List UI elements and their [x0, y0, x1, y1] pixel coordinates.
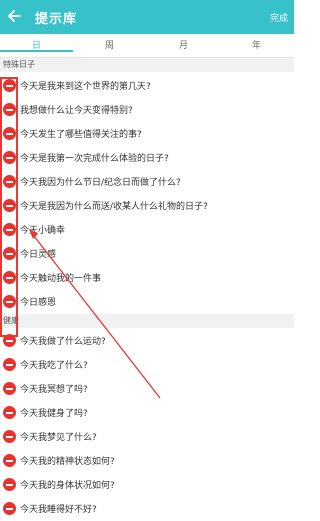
list-item: 今天我健身了吗? [0, 401, 294, 425]
done-button[interactable]: 完成 [270, 11, 288, 24]
list-item-text[interactable]: 今天是我第一次完成什么体验的日子? [20, 151, 169, 164]
annotation-highlight-box [0, 77, 18, 337]
list-item-text[interactable]: 今天我的身体状况如何? [20, 478, 115, 491]
list-item-text[interactable]: 今天我梦见了什么? [20, 430, 97, 443]
minus-circle-icon[interactable] [3, 502, 16, 515]
list-item-text[interactable]: 今天发生了哪些值得关注的事? [20, 127, 142, 140]
list-item: 今天我的身体状况如何? [0, 473, 294, 497]
list-item-text[interactable]: 今天我因为什么节日/纪念日而做了什么? [20, 175, 181, 188]
list-item: 今天是我来到这个世界的第几天? [0, 74, 294, 98]
list-item-text[interactable]: 今天小确幸 [20, 223, 65, 236]
list-item-text[interactable]: 今天是我来到这个世界的第几天? [20, 79, 151, 92]
list-item-text[interactable]: 我想做什么让今天变得特别? [20, 103, 133, 116]
tab-week-label: 周 [104, 41, 114, 51]
list-item-text[interactable]: 今天我健身了吗? [20, 406, 88, 419]
list-item-text[interactable]: 今天触动我的一件事 [20, 271, 101, 284]
list-item: 今天触动我的一件事 [0, 266, 294, 290]
tab-year-label: 年 [251, 41, 261, 51]
list-item: 今天是我因为什么而送/收某人什么礼物的日子? [0, 194, 294, 218]
list-item: 今天我的精神状态如何? [0, 449, 294, 473]
list-item: 今天我吃了什么? [0, 353, 294, 377]
minus-circle-icon[interactable] [3, 430, 16, 443]
list-item: 今天我睡得好不好? [0, 497, 294, 521]
list-item-text[interactable]: 今天我冥想了吗? [20, 382, 88, 395]
minus-circle-icon[interactable] [3, 454, 16, 467]
app-header: 提示库 完成 [0, 0, 294, 34]
list-item: 今天我冥想了吗? [0, 377, 294, 401]
minus-circle-icon[interactable] [3, 358, 16, 371]
list-item: 今天我做了什么运动? [0, 329, 294, 353]
list-item-text[interactable]: 今日感恩 [20, 295, 56, 308]
list-item: 今日感恩 [0, 290, 294, 314]
tab-year[interactable]: 年 [220, 38, 293, 51]
list-item-text[interactable]: 今天是我因为什么而送/收某人什么礼物的日子? [20, 199, 208, 212]
list-item: 我想做什么让今天变得特别? [0, 98, 294, 122]
tab-week[interactable]: 周 [73, 38, 146, 51]
list-item: 今日灵感 [0, 242, 294, 266]
active-tab-indicator [0, 50, 73, 52]
tab-month[interactable]: 月 [147, 38, 220, 51]
tab-day[interactable]: 日 [0, 38, 73, 52]
list-item: 今天发生了哪些值得关注的事? [0, 122, 294, 146]
section-header-health: 健康 [0, 314, 294, 328]
list-item-text[interactable]: 今天我吃了什么? [20, 358, 88, 371]
section-header-special-days: 特殊日子 [0, 58, 294, 72]
minus-circle-icon[interactable] [3, 478, 16, 491]
minus-circle-icon[interactable] [3, 382, 16, 395]
list-item-text[interactable]: 今天我做了什么运动? [20, 334, 106, 347]
minus-circle-icon[interactable] [3, 406, 16, 419]
list-item-text[interactable]: 今天我睡得好不好? [20, 502, 97, 515]
period-tabs: 日 周 月 年 [0, 34, 294, 58]
list-item: 今天我因为什么节日/纪念日而做了什么? [0, 170, 294, 194]
list-item: 今天我梦见了什么? [0, 425, 294, 449]
back-arrow-icon[interactable] [6, 7, 24, 25]
list-item-text[interactable]: 今天我的精神状态如何? [20, 454, 115, 467]
list-item: 今天小确幸 [0, 218, 294, 242]
list-item: 今天是我第一次完成什么体验的日子? [0, 146, 294, 170]
page-title: 提示库 [35, 12, 78, 27]
tab-month-label: 月 [178, 41, 188, 51]
list-item-text[interactable]: 今日灵感 [20, 247, 56, 260]
